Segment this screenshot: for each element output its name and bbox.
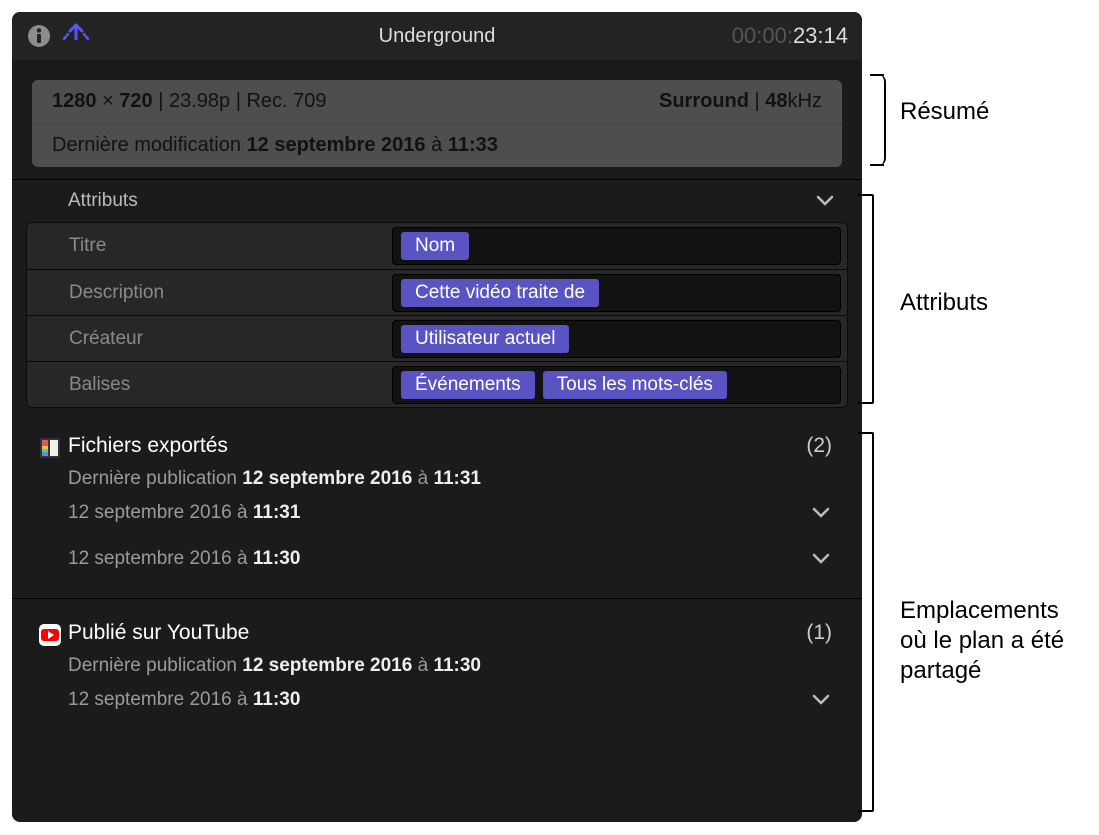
attr-row-description: Description Cette vidéo traite de (27, 269, 847, 315)
chip[interactable]: Événements (401, 371, 535, 399)
attr-value-creator[interactable]: Utilisateur actuel (392, 320, 841, 358)
bracket (872, 432, 874, 812)
info-icon[interactable] (26, 23, 52, 49)
chevron-down-icon (810, 548, 832, 570)
clip-title: Underground (379, 25, 496, 48)
chevron-down-icon (810, 689, 832, 711)
share-section-youtube: Publié sur YouTube (1) Dernière publicat… (12, 605, 862, 729)
exported-files-icon (38, 436, 62, 460)
chip[interactable]: Tous les mots-clés (543, 371, 727, 399)
bracket (872, 74, 886, 166)
share-section-exported: Fichiers exportés (2) Dernière publicati… (12, 418, 862, 588)
chevron-down-icon (810, 502, 832, 524)
inspector-header: Underground 00:00:23:14 (12, 12, 862, 60)
summary-video-row: 1280 × 720 | 23.98p | Rec. 709 Surround … (32, 80, 842, 123)
attr-value-title[interactable]: Nom (392, 227, 841, 265)
attributes-header[interactable]: Attributs (12, 180, 862, 222)
chevron-down-icon (814, 190, 836, 212)
summary-modified-row: Dernière modification 12 septembre 2016 … (32, 123, 842, 167)
annotation-summary: Résumé (900, 98, 989, 126)
attr-row-creator: Créateur Utilisateur actuel (27, 315, 847, 361)
attr-row-tags: Balises Événements Tous les mots-clés (27, 361, 847, 407)
export-entry[interactable]: 12 septembre 2016 à 11:30 (38, 536, 836, 582)
attr-value-tags[interactable]: Événements Tous les mots-clés (392, 366, 841, 404)
youtube-entry[interactable]: 12 septembre 2016 à 11:30 (38, 677, 836, 723)
attr-value-description[interactable]: Cette vidéo traite de (392, 274, 841, 312)
share-tab-icon[interactable] (62, 22, 90, 50)
attr-row-title: Titre Nom (27, 223, 847, 269)
annotation-attributes: Attributs (900, 289, 988, 317)
last-published: Dernière publication 12 septembre 2016 à… (38, 655, 836, 677)
attributes-table: Titre Nom Description Cette vidéo traite… (26, 222, 848, 408)
last-published: Dernière publication 12 septembre 2016 à… (38, 468, 836, 490)
chip[interactable]: Nom (401, 232, 469, 260)
chip[interactable]: Cette vidéo traite de (401, 279, 599, 307)
annotation-shares: Emplacements où le plan a été partagé (900, 596, 1090, 686)
bracket (872, 194, 874, 404)
inspector-panel: Underground 00:00:23:14 1280 × 720 | 23.… (12, 12, 862, 822)
export-entry[interactable]: 12 septembre 2016 à 11:31 (38, 490, 836, 536)
divider (12, 598, 862, 599)
summary-box: 1280 × 720 | 23.98p | Rec. 709 Surround … (32, 80, 842, 167)
chip[interactable]: Utilisateur actuel (401, 325, 569, 353)
youtube-icon (38, 623, 62, 647)
timecode: 00:00:23:14 (732, 23, 848, 49)
